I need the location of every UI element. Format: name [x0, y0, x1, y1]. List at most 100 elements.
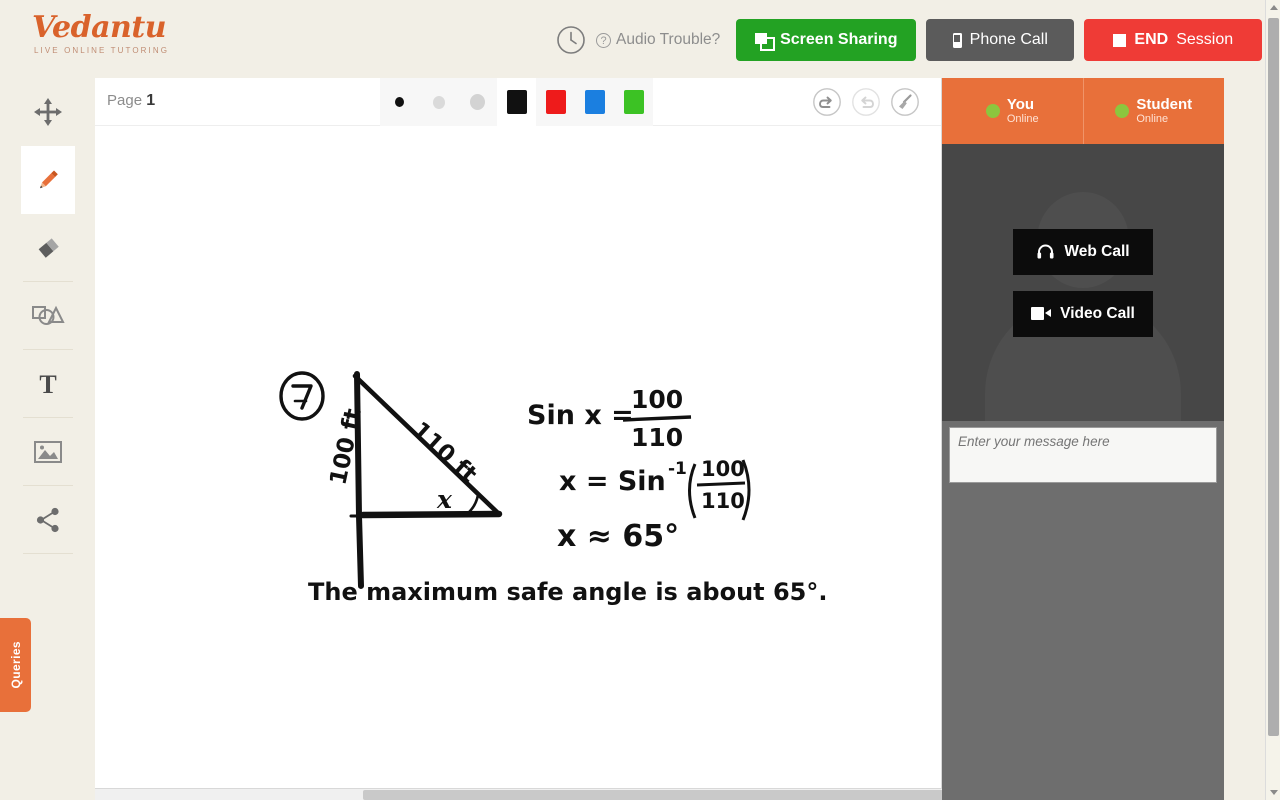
video-area: Web Call Video Call	[942, 144, 1224, 421]
participant-student-status: Online	[1136, 113, 1169, 125]
chat-area	[942, 421, 1224, 721]
page-prefix: Page	[107, 92, 147, 109]
color-red[interactable]	[536, 78, 575, 126]
brush-dot-small	[395, 97, 404, 107]
page-number: 1	[146, 92, 156, 109]
screen-sharing-label: Screen Sharing	[780, 31, 898, 48]
video-call-button[interactable]: Video Call	[1013, 290, 1153, 337]
handwriting-drawing: 100 ft 110 ft x Sin x = 100 110 x = Sin …	[279, 371, 828, 606]
equation-line-2: x = Sin -1 100 110	[559, 457, 751, 521]
video-call-label: Video Call	[1060, 304, 1135, 322]
end-session-button[interactable]: END Session	[1084, 19, 1263, 61]
whiteboard-horizontal-scrollbar[interactable]	[95, 788, 993, 800]
phone-call-button[interactable]: Phone Call	[926, 19, 1075, 61]
participant-you[interactable]: You Online	[942, 78, 1083, 144]
chat-input-wrap	[942, 421, 1224, 488]
brush-dot-large	[470, 94, 485, 110]
conclusion-text: The maximum safe angle is about 65°.	[308, 578, 828, 606]
call-buttons: Web Call Video Call	[942, 144, 1224, 421]
equation-2-fraction-bar	[696, 481, 746, 487]
scroll-down-button[interactable]	[1266, 785, 1280, 800]
image-tool[interactable]	[21, 418, 75, 486]
queries-tab[interactable]: Queries	[0, 618, 31, 712]
brush-size-large[interactable]	[458, 78, 497, 126]
move-arrows-icon	[33, 98, 62, 126]
equation-line-3: x ≈ 65°	[557, 519, 679, 554]
phone-call-label: Phone Call	[969, 31, 1048, 48]
question-circle-icon: ?	[596, 32, 611, 48]
shapes-tool[interactable]	[21, 282, 75, 350]
chevron-up-icon	[1269, 5, 1278, 10]
move-tool[interactable]	[21, 78, 75, 146]
text-t-icon: T	[39, 371, 56, 397]
top-bar: Vedantu LIVE ONLINE TUTORING ? Audio Tro…	[0, 0, 1265, 78]
svg-text:T: T	[39, 371, 56, 397]
participant-you-status: Online	[1006, 113, 1039, 125]
equation-2-paren-left	[688, 463, 697, 519]
pencil-tool[interactable]	[20, 146, 75, 214]
eraser-tool[interactable]	[21, 214, 75, 282]
chevron-down-icon	[1269, 790, 1278, 795]
text-tool[interactable]: T	[21, 350, 75, 418]
brush-size-small[interactable]	[380, 78, 419, 126]
redo-button[interactable]	[850, 86, 882, 118]
share-nodes-icon	[36, 507, 59, 533]
participants-header: You Online Student Online	[942, 78, 1224, 144]
logo-wordmark: Vedantu	[32, 10, 167, 45]
equation-2-numerator: 100	[701, 457, 745, 481]
screen-sharing-button[interactable]: Screen Sharing	[736, 19, 917, 61]
equation-line-1: Sin x = 100 110	[527, 385, 692, 452]
pen-options	[380, 78, 653, 126]
history-controls	[811, 86, 921, 118]
participant-you-name: You	[1006, 96, 1035, 113]
brush-size-medium[interactable]	[419, 78, 458, 126]
whiteboard-scroll-thumb[interactable]	[363, 790, 993, 800]
queries-tab-label: Queries	[8, 641, 23, 689]
undo-button[interactable]	[811, 86, 843, 118]
color-blue[interactable]	[575, 78, 614, 126]
redo-arrow-icon	[852, 88, 880, 116]
broom-icon	[891, 88, 919, 116]
browser-scroll-thumb[interactable]	[1268, 18, 1279, 736]
participant-student[interactable]: Student Online	[1082, 78, 1225, 144]
chat-message-input[interactable]	[949, 427, 1217, 483]
color-chip-black	[506, 90, 527, 114]
equation-1-numerator: 100	[631, 385, 683, 414]
stop-square-icon	[1113, 33, 1127, 47]
end-session-label-strong: END	[1134, 31, 1169, 48]
color-chip-green	[623, 90, 644, 114]
color-black[interactable]	[497, 78, 536, 126]
problem-number-marker	[279, 371, 325, 421]
triangle-hypotenuse-label: 110 ft	[407, 417, 482, 488]
audio-trouble-link[interactable]: ? Audio Trouble?	[596, 31, 720, 49]
brush-dot-medium	[432, 95, 445, 109]
triangle-angle-label: x	[436, 485, 453, 514]
video-camera-icon	[1031, 307, 1052, 320]
audio-trouble-label: Audio Trouble?	[616, 31, 721, 48]
web-call-label: Web Call	[1064, 242, 1130, 260]
screen-share-icon	[755, 32, 776, 51]
status-dot-icon	[1115, 104, 1130, 118]
top-bar-actions: ? Audio Trouble? Screen Sharing Phone Ca…	[556, 18, 1263, 62]
vedantu-logo[interactable]: Vedantu LIVE ONLINE TUTORING	[32, 10, 202, 56]
whiteboard-toolbar: Page 1	[95, 78, 941, 126]
color-green[interactable]	[614, 78, 653, 126]
equation-2-exponent: -1	[668, 459, 687, 479]
web-call-button[interactable]: Web Call	[1013, 228, 1153, 275]
pencil-icon	[39, 170, 58, 189]
shapes-icon	[31, 305, 65, 325]
whiteboard-canvas[interactable]: 100 ft 110 ft x Sin x = 100 110 x = Sin …	[95, 126, 941, 786]
scroll-up-button[interactable]	[1266, 0, 1280, 15]
browser-vertical-scrollbar[interactable]	[1265, 0, 1280, 800]
headset-icon	[1037, 244, 1054, 259]
logo-tagline: LIVE ONLINE TUTORING	[34, 46, 170, 55]
clock-icon	[557, 26, 585, 54]
page-indicator: Page 1	[107, 92, 155, 110]
color-chip-blue	[584, 90, 605, 114]
whiteboard: Page 1 100 ft 110 ft x Sin x = 100 110 x…	[95, 78, 942, 788]
undo-arrow-icon	[813, 88, 841, 116]
equation-1-lhs: Sin x =	[527, 400, 634, 431]
eraser-icon	[38, 238, 59, 258]
share-tool[interactable]	[21, 486, 75, 554]
clear-board-button[interactable]	[889, 86, 921, 118]
